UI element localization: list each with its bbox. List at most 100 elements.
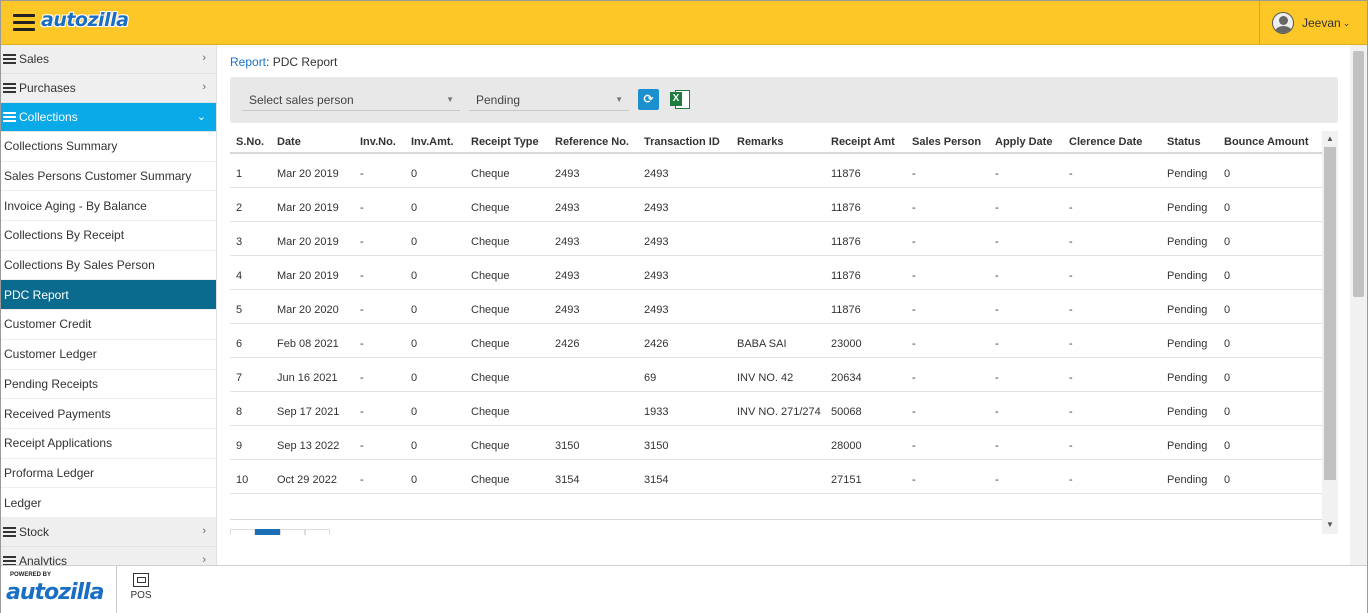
- sidebar-group-collections[interactable]: Collections ⌄: [1, 103, 216, 132]
- pos-button[interactable]: POS: [127, 573, 155, 601]
- sidebar-item-sales-persons-customer-summary[interactable]: Sales Persons Customer Summary: [1, 161, 216, 192]
- table-cell: -: [354, 255, 405, 290]
- table-cell: -: [1063, 425, 1161, 460]
- sidebar-item-pending-receipts[interactable]: Pending Receipts: [1, 369, 216, 400]
- table-header-row: S.No. Date Inv.No. Inv.Amt. Receipt Type Refe…: [230, 131, 1322, 154]
- table-cell: 0: [405, 323, 465, 358]
- table-row: 5 Mar 20 2020-0 Cheque 2493 2493 11876- - - Pend…: [230, 289, 1322, 324]
- sidebar-item-collections-by-sales-person[interactable]: Collections By Sales Person: [1, 250, 216, 281]
- sidebar-item-customer-credit[interactable]: Customer Credit: [1, 310, 216, 340]
- excel-x-mark: X: [670, 92, 682, 106]
- table-cell: 50068: [825, 391, 906, 426]
- table-cell: -: [906, 221, 989, 256]
- avatar-icon: [1272, 12, 1294, 34]
- table-cell: 2493: [638, 255, 731, 290]
- table-cell: 2493: [638, 221, 731, 256]
- table-cell: -: [1063, 459, 1161, 494]
- table-cell: 0: [1218, 357, 1322, 392]
- footer-brand-logo: autozilla: [6, 580, 104, 605]
- table-cell: 69: [638, 357, 731, 392]
- sidebar-item-customer-ledger[interactable]: Customer Ledger: [1, 339, 216, 370]
- pagination-next[interactable]: [280, 529, 305, 535]
- table-cell: Cheque: [465, 187, 549, 222]
- column-header: Inv.No.: [354, 131, 405, 154]
- table-cell: Cheque: [465, 459, 549, 494]
- column-header: Clerence Date: [1063, 131, 1161, 154]
- hamburger-icon[interactable]: [13, 14, 35, 32]
- page-scroll-thumb[interactable]: [1353, 51, 1364, 297]
- main-content: Report: PDC Report Select sales person ▼…: [218, 45, 1350, 565]
- breadcrumb: Report: PDC Report: [230, 55, 337, 69]
- user-menu[interactable]: Jeevan ⌄: [1259, 1, 1367, 45]
- table-cell: 0: [405, 221, 465, 256]
- table-cell: Oct 29 2022: [271, 459, 354, 494]
- table-vertical-scrollbar[interactable]: ▲ ▼: [1322, 131, 1338, 534]
- sales-person-select[interactable]: Select sales person ▼: [242, 89, 460, 111]
- table-cell: -: [989, 255, 1063, 290]
- sidebar-item-ledger[interactable]: Ledger: [1, 488, 216, 518]
- table-cell: -: [354, 459, 405, 494]
- table-cell: 0: [405, 357, 465, 392]
- refresh-button[interactable]: ⟳: [638, 89, 659, 110]
- sidebar-item-collections-by-receipt[interactable]: Collections By Receipt: [1, 221, 216, 251]
- pos-icon: [133, 573, 149, 587]
- table-cell: 11876: [825, 187, 906, 222]
- table-cell: Cheque: [465, 323, 549, 358]
- powered-by-label: POWERED BY: [10, 572, 52, 578]
- pagination-page-active[interactable]: [255, 529, 280, 535]
- scroll-down-icon[interactable]: ▼: [1326, 520, 1334, 529]
- sidebar-item-proforma-ledger[interactable]: Proforma Ledger: [1, 458, 216, 489]
- table-cell: Mar 20 2019: [271, 153, 354, 188]
- chevron-right-icon: ›: [202, 524, 206, 537]
- table-cell: -: [1063, 187, 1161, 222]
- sidebar-item-pdc-report[interactable]: PDC Report: [1, 280, 216, 311]
- table-cell: 2493: [638, 153, 731, 188]
- brand-logo[interactable]: autozilla: [41, 9, 129, 31]
- excel-export-button[interactable]: X: [670, 89, 691, 110]
- table-cell: -: [354, 323, 405, 358]
- scroll-up-icon[interactable]: ▲: [1326, 134, 1334, 143]
- table-cell: 23000: [825, 323, 906, 358]
- column-header: Status: [1161, 131, 1218, 154]
- table-cell: Mar 20 2019: [271, 221, 354, 256]
- table-cell: 2493: [549, 289, 638, 324]
- page-vertical-scrollbar[interactable]: [1350, 45, 1367, 565]
- table-cell: Sep 17 2021: [271, 391, 354, 426]
- table-cell: 8: [230, 391, 271, 426]
- table-cell: 2493: [549, 255, 638, 290]
- table-cell: -: [1063, 391, 1161, 426]
- sidebar-group-stock[interactable]: Stock ›: [1, 517, 216, 547]
- column-header: Remarks: [731, 131, 825, 154]
- pagination-last[interactable]: [305, 529, 330, 535]
- table-cell: 2: [230, 187, 271, 222]
- column-header: Inv.Amt.: [405, 131, 465, 154]
- table-cell: 6: [230, 323, 271, 358]
- table-cell: 1: [230, 153, 271, 188]
- table-cell: 3150: [638, 425, 731, 460]
- table-cell: 2426: [638, 323, 731, 358]
- sidebar-item-collections-summary[interactable]: Collections Summary: [1, 132, 216, 162]
- table-cell: -: [989, 221, 1063, 256]
- table-cell: 20634: [825, 357, 906, 392]
- status-select[interactable]: Pending ▼: [469, 89, 629, 111]
- sidebar-group-purchases[interactable]: Purchases ›: [1, 74, 216, 103]
- table-cell: 2493: [549, 187, 638, 222]
- breadcrumb-report-link[interactable]: Report: [230, 55, 266, 69]
- sidebar-item-receipt-applications[interactable]: Receipt Applications: [1, 428, 216, 459]
- table-cell: Mar 20 2019: [271, 255, 354, 290]
- sidebar-item-received-payments[interactable]: Received Payments: [1, 399, 216, 429]
- sidebar-group-analytics[interactable]: Analytics ›: [1, 546, 216, 565]
- table-cell: Cheque: [465, 425, 549, 460]
- table-cell: 11876: [825, 221, 906, 256]
- table-cell: [731, 289, 825, 324]
- table-cell: 7: [230, 357, 271, 392]
- table-cell: -: [1063, 289, 1161, 324]
- sales-person-select-value: Select sales person: [249, 93, 354, 107]
- table-cell: 3154: [638, 459, 731, 494]
- scroll-thumb[interactable]: [1324, 147, 1336, 480]
- sidebar-item-invoice-aging-by-balance[interactable]: Invoice Aging - By Balance: [1, 191, 216, 222]
- table-cell: -: [354, 187, 405, 222]
- sidebar-group-sales[interactable]: Sales ›: [1, 45, 216, 74]
- pagination-first[interactable]: [230, 529, 255, 535]
- table-row: 10 Oct 29 2022-0 Cheque 3154 3154 27151- - - Pen…: [230, 459, 1322, 494]
